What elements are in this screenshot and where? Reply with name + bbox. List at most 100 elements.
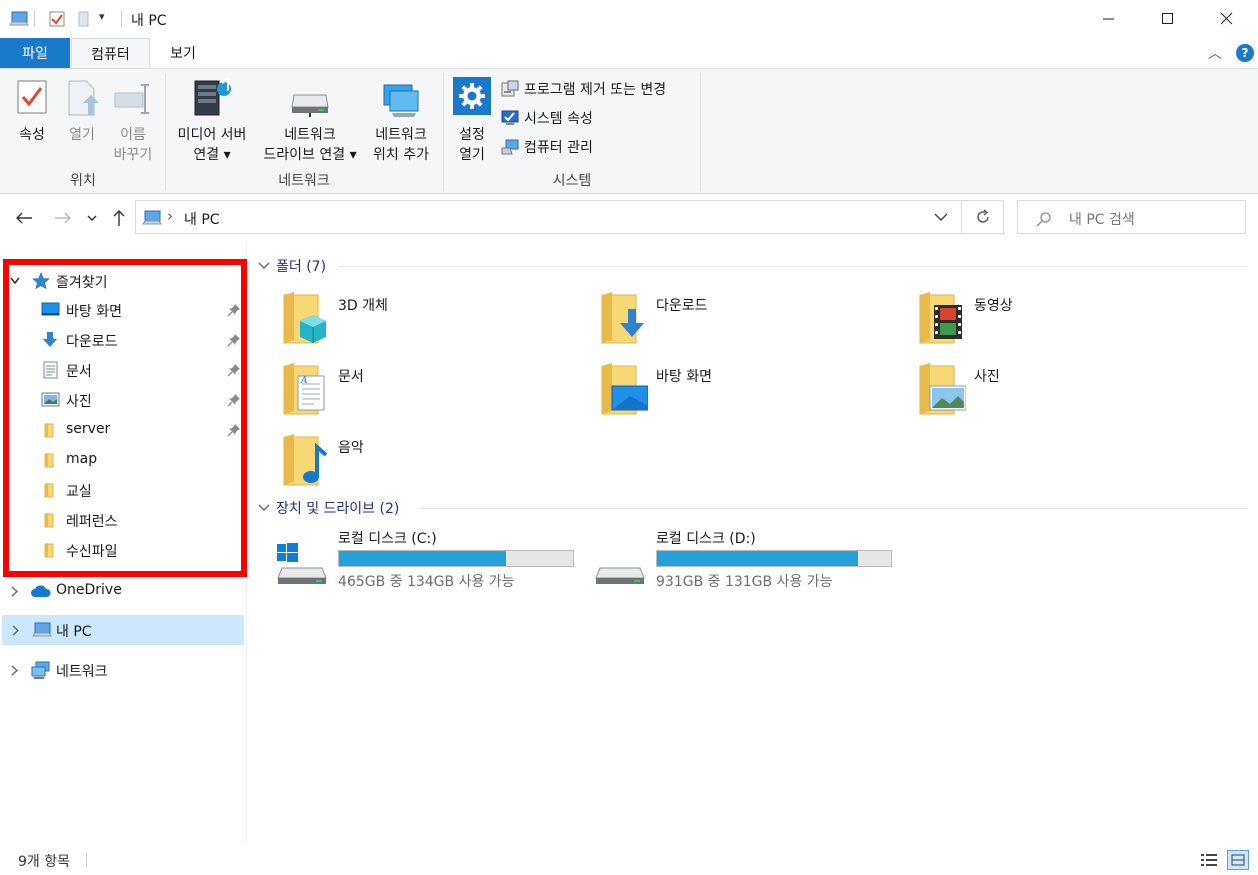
drives-section-header[interactable]: 장치 및 드라이브 (2) — [258, 497, 399, 519]
map-network-drive-button[interactable]: 네트워크 드라이브 연결 ▾ — [256, 75, 364, 165]
settings-gear-icon — [453, 77, 491, 115]
drives-section-title: 장치 및 드라이브 (2) — [276, 501, 400, 517]
new-folder-icon[interactable] — [75, 10, 93, 28]
properties-icon[interactable] — [48, 10, 66, 28]
sidebar-item-this-pc[interactable]: 내 PC — [2, 615, 244, 645]
rename-label-line1: 이름 — [120, 127, 146, 143]
drive-free-space: 465GB 중 134GB 사용 가능 — [338, 574, 515, 590]
forward-button[interactable] — [52, 207, 74, 229]
sidebar-item-label: 네트워크 — [56, 664, 108, 680]
breadcrumb-separator[interactable]: › — [167, 207, 173, 225]
back-arrow-icon — [16, 212, 32, 224]
folder-documents[interactable]: A 문서 — [282, 362, 582, 426]
folders-section-header[interactable]: 폴더 (7) — [258, 255, 326, 277]
tab-view[interactable]: 보기 — [150, 38, 216, 68]
close-button[interactable] — [1197, 0, 1257, 38]
this-pc-icon — [142, 210, 162, 225]
folder-3d-objects[interactable]: 3D 개체 — [282, 291, 582, 355]
pictures-folder-icon — [919, 363, 966, 415]
uninstall-program-button[interactable]: 프로그램 제거 또는 변경 — [500, 77, 666, 101]
minimize-button[interactable] — [1079, 0, 1139, 38]
breadcrumb-this-pc[interactable]: 내 PC — [184, 209, 220, 229]
collapse-ribbon-icon[interactable]: ︿ — [1208, 43, 1222, 63]
tab-file[interactable]: 파일 — [0, 38, 70, 68]
folder-music[interactable]: 음악 — [282, 433, 582, 497]
add-network-location-label-line2: 위치 추가 — [373, 147, 429, 163]
sidebar-item-label: OneDrive — [56, 582, 122, 598]
folder-pictures[interactable]: 사진 — [918, 362, 1218, 426]
folder-desktop[interactable]: 바탕 화면 — [600, 362, 900, 426]
recent-locations-button[interactable] — [83, 207, 101, 229]
back-button[interactable] — [13, 207, 35, 229]
drive-name: 로컬 디스크 (D:) — [656, 531, 756, 547]
item-count: 9개 항목 — [18, 854, 70, 870]
system-properties-label: 시스템 속성 — [524, 111, 593, 127]
map-network-drive-label-line1: 네트워크 — [284, 127, 336, 143]
chevron-right-icon[interactable] — [11, 586, 19, 597]
qat-separator — [34, 11, 35, 27]
large-icons-view-icon — [1231, 854, 1245, 866]
drive-usage-bar — [656, 550, 892, 567]
address-bar[interactable]: › 내 PC — [135, 200, 962, 234]
folder-name: 문서 — [338, 369, 364, 385]
open-button[interactable]: 열기 — [60, 75, 104, 161]
title-separator — [121, 11, 122, 27]
folder-name: 3D 개체 — [338, 298, 388, 314]
drive-d[interactable]: 로컬 디스크 (D:) 931GB 중 131GB 사용 가능 — [594, 528, 904, 590]
properties-button[interactable]: 속성 — [10, 75, 54, 161]
computer-management-button[interactable]: 컴퓨터 관리 — [500, 135, 593, 159]
drive-name: 로컬 디스크 (C:) — [338, 531, 437, 547]
media-server-icon — [194, 77, 231, 116]
chevron-down-icon — [87, 215, 97, 221]
drive-c[interactable]: 로컬 디스크 (C:) 465GB 중 134GB 사용 가능 — [276, 528, 586, 590]
network-icon — [31, 661, 50, 679]
chevron-right-icon[interactable] — [12, 625, 20, 636]
chevron-down-icon[interactable] — [258, 262, 270, 270]
drive-usage-fill — [657, 551, 858, 566]
sidebar-item-onedrive[interactable]: OneDrive — [0, 576, 246, 606]
help-icon[interactable]: ? — [1236, 44, 1254, 62]
computer-management-label: 컴퓨터 관리 — [524, 140, 593, 156]
add-network-location-button[interactable]: 네트워크 위치 추가 — [366, 75, 436, 165]
qat-dropdown-icon[interactable]: ▾ — [99, 10, 105, 23]
open-settings-button[interactable]: 설정 열기 — [450, 75, 494, 165]
status-bar: 9개 항목 — [0, 845, 1258, 875]
media-server-label-line2: 연결 ▾ — [193, 147, 231, 163]
system-properties-button[interactable]: 시스템 속성 — [500, 106, 593, 130]
properties-label: 속성 — [19, 127, 45, 143]
drive-usage-fill — [339, 551, 506, 566]
folder-name: 다운로드 — [656, 298, 708, 314]
rename-button[interactable]: 이름 바꾸기 — [108, 75, 158, 163]
map-network-drive-label-line2: 드라이브 연결 ▾ — [263, 147, 357, 163]
refresh-button[interactable] — [962, 200, 1004, 234]
search-placeholder[interactable]: 내 PC 검색 — [1069, 209, 1135, 229]
ribbon: 속성 열기 이름 바꾸기 위치 미디어 서버 연결 ▾ 네트워크 드라이브 연결… — [0, 68, 1258, 194]
details-view-icon[interactable] — [1200, 852, 1218, 868]
chevron-down-icon[interactable] — [258, 504, 270, 512]
title-bar: ▾ 내 PC — [0, 0, 1258, 38]
up-arrow-icon — [113, 210, 125, 226]
add-network-location-label-line1: 네트워크 — [375, 127, 427, 143]
this-pc-icon — [32, 622, 52, 637]
folder-downloads[interactable]: 다운로드 — [600, 291, 900, 355]
up-button[interactable] — [108, 207, 130, 229]
address-dropdown-icon[interactable] — [934, 213, 948, 222]
maximize-button[interactable] — [1138, 0, 1198, 38]
search-box[interactable]: 내 PC 검색 — [1017, 200, 1246, 234]
search-icon — [1036, 212, 1051, 227]
minimize-icon — [1103, 18, 1114, 20]
media-server-button[interactable]: 미디어 서버 연결 ▾ — [168, 75, 256, 165]
this-pc-icon[interactable] — [9, 10, 29, 28]
folder-videos[interactable]: 동영상 — [918, 291, 1218, 355]
downloads-folder-icon — [601, 292, 644, 344]
chevron-right-icon[interactable] — [11, 665, 19, 676]
network-drive-icon — [291, 94, 329, 117]
group-label-location: 위치 — [70, 173, 96, 189]
tab-computer[interactable]: 컴퓨터 — [71, 38, 150, 69]
properties-icon — [17, 80, 47, 114]
large-icons-view-button[interactable] — [1227, 850, 1249, 870]
sidebar-item-network[interactable]: 네트워크 — [0, 655, 246, 685]
section-divider — [420, 508, 1248, 509]
folder-name: 바탕 화면 — [656, 369, 712, 385]
media-server-label-line1: 미디어 서버 — [177, 127, 247, 143]
